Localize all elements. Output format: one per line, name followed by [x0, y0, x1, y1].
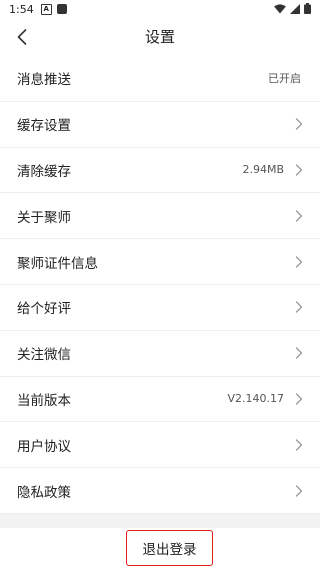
setting-label: 清除缓存 — [17, 163, 71, 180]
setting-follow-wechat[interactable]: 关注微信 — [0, 331, 320, 377]
setting-label: 隐私政策 — [17, 484, 71, 501]
chevron-right-icon — [295, 393, 303, 405]
settings-list: 消息推送 已开启 缓存设置 清除缓存 2.94MB 关于聚师 聚师证件信息 给个… — [0, 56, 320, 514]
back-button[interactable] — [10, 25, 34, 49]
setting-label: 缓存设置 — [17, 118, 71, 135]
status-icons — [274, 3, 311, 14]
chevron-right-icon — [295, 255, 303, 268]
setting-current-version[interactable]: 当前版本 V2.140.17 — [0, 377, 320, 423]
setting-value: V2.140.17 — [227, 392, 284, 406]
setting-about[interactable]: 关于聚师 — [0, 193, 320, 240]
setting-privacy-policy[interactable]: 隐私政策 — [0, 468, 320, 514]
status-time: 1:54 — [9, 2, 34, 16]
setting-value: 2.94MB — [242, 163, 284, 177]
signal-icon — [290, 3, 300, 14]
setting-label: 用户协议 — [17, 438, 71, 455]
setting-label: 聚师证件信息 — [17, 255, 98, 272]
setting-label: 消息推送 — [17, 72, 71, 89]
setting-cache-settings[interactable]: 缓存设置 — [0, 102, 320, 148]
chevron-right-icon — [295, 439, 303, 451]
setting-label: 给个好评 — [17, 301, 71, 318]
chevron-right-icon — [295, 347, 303, 359]
setting-push-notifications[interactable]: 消息推送 已开启 — [0, 56, 320, 102]
setting-certificate-info[interactable]: 聚师证件信息 — [0, 239, 320, 285]
wifi-icon — [274, 3, 286, 13]
setting-label: 关于聚师 — [17, 209, 71, 226]
chevron-right-icon — [295, 164, 303, 176]
app-header: 设置 — [0, 18, 320, 56]
battery-icon — [304, 3, 311, 14]
setting-value: 已开启 — [268, 72, 301, 86]
chevron-right-icon — [295, 210, 303, 222]
page-title: 设置 — [144, 28, 175, 46]
setting-label: 当前版本 — [17, 392, 71, 409]
status-bar: 1:54 A — [0, 0, 320, 18]
setting-label: 关注微信 — [17, 347, 71, 364]
back-arrow-icon — [17, 29, 27, 45]
setting-rate-app[interactable]: 给个好评 — [0, 285, 320, 331]
setting-clear-cache[interactable]: 清除缓存 2.94MB — [0, 148, 320, 194]
chevron-right-icon — [295, 118, 303, 130]
section-divider — [0, 514, 320, 528]
logout-button[interactable]: 退出登录 — [126, 530, 213, 566]
notification-square-icon — [56, 4, 67, 14]
chevron-right-icon — [295, 484, 303, 497]
setting-user-agreement[interactable]: 用户协议 — [0, 422, 320, 469]
notification-a-icon: A — [40, 3, 52, 15]
chevron-right-icon — [295, 301, 303, 314]
